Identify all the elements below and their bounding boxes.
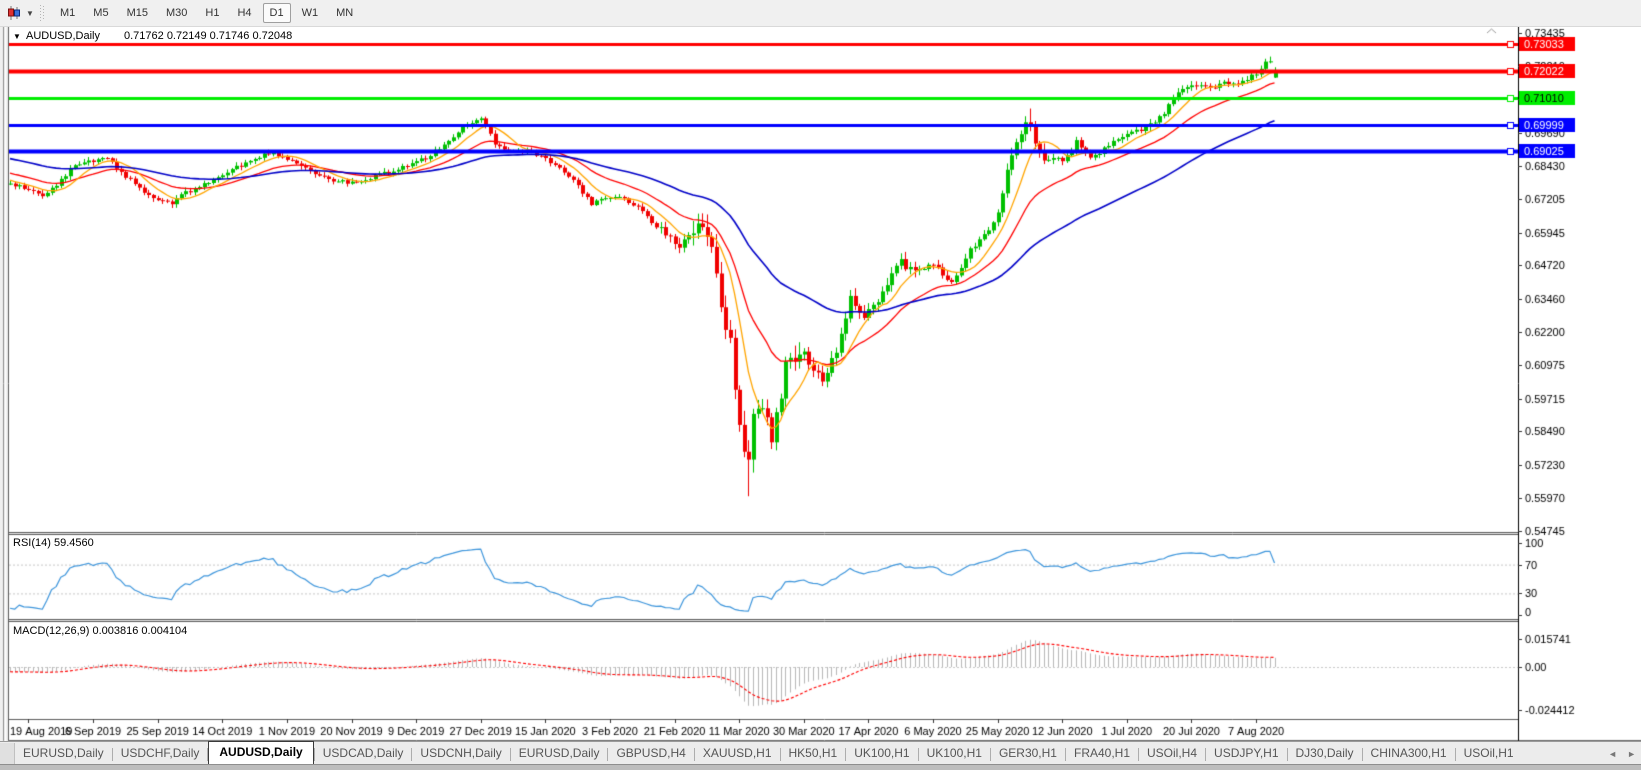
tab-CHINA300,H1[interactable]: CHINA300,H1: [1363, 743, 1455, 765]
tab-scroll-left-icon[interactable]: ◄: [1603, 747, 1622, 761]
tab-USDCHF,Daily[interactable]: USDCHF,Daily: [113, 743, 208, 765]
tab-USDCAD,Daily[interactable]: USDCAD,Daily: [315, 743, 412, 765]
chart-candles-icon[interactable]: [4, 4, 24, 22]
toolbar: ▼ M1 M5 M15 M30 H1 H4 D1 W1 MN: [0, 0, 1641, 27]
tabs-holder: EURUSD,Daily USDCHF,Daily AUDUSD,Daily USDC…: [15, 741, 1603, 765]
timeframe-button-MN[interactable]: MN: [329, 3, 360, 23]
timeframe-button-M15[interactable]: M15: [120, 3, 155, 23]
status-strip: [0, 764, 1641, 770]
timeframe-button-M5[interactable]: M5: [86, 3, 115, 23]
timeframe-button-group: M1 M5 M15 M30 H1 H4 D1 W1 MN: [51, 3, 362, 23]
tab-bar-corner: [0, 743, 15, 765]
tab-UK100,H1[interactable]: UK100,H1: [919, 743, 990, 765]
tab-FRA40,H1[interactable]: FRA40,H1: [1066, 743, 1138, 765]
timeframe-button-M30[interactable]: M30: [159, 3, 194, 23]
rsi-panel-region[interactable]: [8, 535, 1518, 619]
tab-USDJPY,H1[interactable]: USDJPY,H1: [1206, 743, 1286, 765]
tab-GBPUSD,H4[interactable]: GBPUSD,H4: [608, 743, 693, 765]
tab-scroll-controls: ◄ ►: [1603, 743, 1641, 765]
timeframe-button-H4[interactable]: H4: [230, 3, 258, 23]
tab-AUDUSD,Daily[interactable]: AUDUSD,Daily: [208, 741, 314, 765]
chart-type-dropdown-caret[interactable]: ▼: [24, 9, 36, 18]
timeframe-button-H1[interactable]: H1: [198, 3, 226, 23]
price-axis[interactable]: [1518, 26, 1641, 719]
tab-USOil,H4[interactable]: USOil,H4: [1139, 743, 1205, 765]
tab-HK50,H1[interactable]: HK50,H1: [781, 743, 846, 765]
tab-USOil,H1[interactable]: USOil,H1: [1456, 743, 1522, 765]
date-axis[interactable]: [8, 719, 1641, 741]
tab-GER30,H1[interactable]: GER30,H1: [991, 743, 1065, 765]
timeframe-button-W1[interactable]: W1: [295, 3, 326, 23]
tab-scroll-right-icon[interactable]: ►: [1622, 747, 1641, 761]
tab-XAUUSD,H1[interactable]: XAUUSD,H1: [695, 743, 780, 765]
tab-DJ30,Daily[interactable]: DJ30,Daily: [1288, 743, 1362, 765]
tab-EURUSD,Daily[interactable]: EURUSD,Daily: [15, 743, 112, 765]
timeframe-button-D1[interactable]: D1: [262, 3, 291, 23]
tab-UK100,H1[interactable]: UK100,H1: [846, 743, 917, 765]
tab-EURUSD,Daily[interactable]: EURUSD,Daily: [511, 743, 608, 765]
timeframe-button-M1[interactable]: M1: [53, 3, 82, 23]
main-chart-region[interactable]: [8, 26, 1518, 532]
tab-USDCNH,Daily[interactable]: USDCNH,Daily: [412, 743, 509, 765]
terminal-window: ▼ M1 M5 M15 M30 H1 H4 D1 W1 MN ▼ AUDUSD,Daily 0.…: [0, 0, 1641, 770]
toolbar-grip[interactable]: [40, 5, 45, 21]
chart-tab-bar: EURUSD,Daily USDCHF,Daily AUDUSD,Daily USDC…: [0, 741, 1641, 765]
macd-panel-region[interactable]: [8, 622, 1518, 719]
